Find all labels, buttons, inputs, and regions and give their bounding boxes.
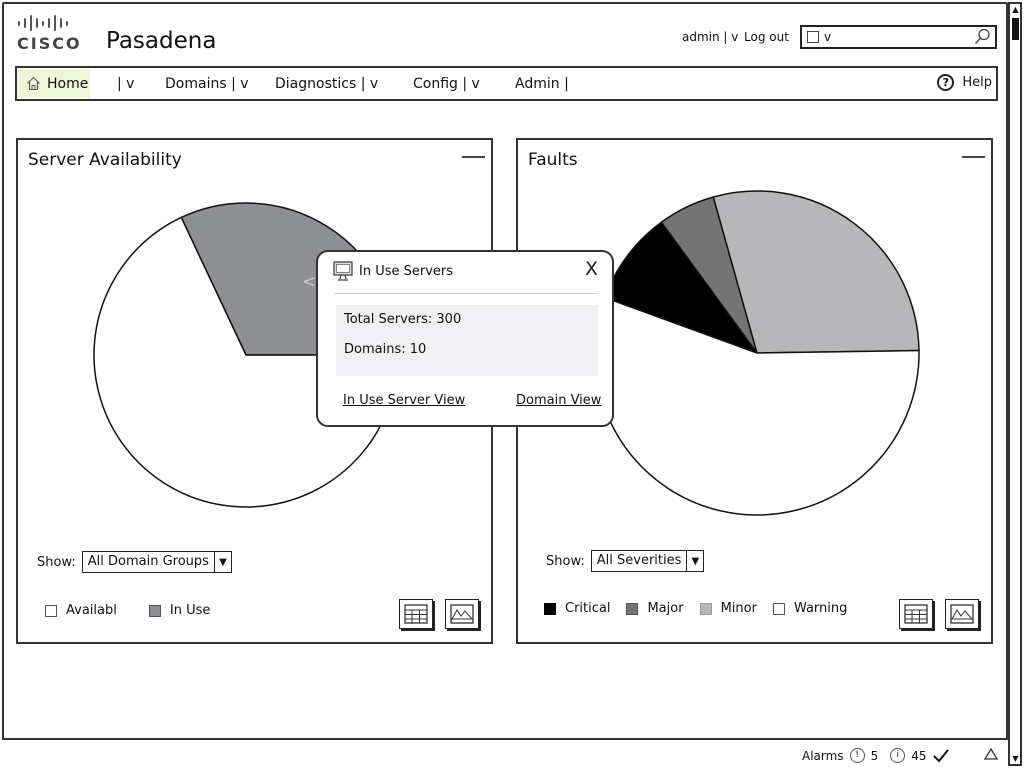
chevron-down-icon: ▼ [691,555,700,567]
table-view-button[interactable] [399,599,433,629]
close-icon[interactable]: X [585,258,598,280]
cisco-logo-bars-icon [17,14,81,32]
legend-swatch [45,604,57,617]
legend-label: Critical [565,601,611,616]
image-chart-icon [950,604,974,624]
cisco-logo-text: CISCO [17,34,82,53]
minimize-button[interactable] [462,156,485,158]
legend-label: Minor [720,601,757,616]
panel-title: Faults [528,150,578,170]
home-icon [27,76,40,91]
nav-home-label: Home [47,75,89,92]
legend-item-minor[interactable]: Minor [699,601,757,616]
faults-legend: Critical Major Minor Warning [544,601,847,616]
legend-item-in-use[interactable]: In Use [148,603,211,618]
legend-label: Major [647,601,684,616]
checkmark-icon [933,748,950,762]
chevron-down-icon: ▼ [219,556,227,568]
legend-swatch [544,602,556,615]
help-label: Help [962,75,992,90]
legend-item-critical[interactable]: Critical [544,601,610,616]
app-title: Pasadena [106,28,217,54]
user-menu[interactable]: admin | v [682,30,738,44]
help-button[interactable]: ? Help [937,74,992,91]
help-icon: ? [937,74,955,91]
legend-swatch [772,602,785,615]
chart-view-button[interactable] [445,599,479,629]
nav-item-diagnostics[interactable]: Diagnostics | v [275,76,378,92]
scroll-down-icon[interactable]: ▼ [1011,754,1020,763]
status-bar: Alarms ! 5 i 45 [2,738,1008,766]
server-legend: Availabl In Use [45,603,210,618]
monitor-icon [333,261,353,281]
scroll-up-icon[interactable]: ▲ [1011,5,1020,14]
search-icon[interactable] [973,28,991,46]
table-icon [904,604,928,624]
legend-item-warning[interactable]: Warning [772,601,848,616]
minimize-button[interactable] [962,156,985,158]
info-icon: i [890,748,906,763]
legend-swatch [699,602,712,615]
panel-title: Server Availability [28,150,182,170]
legend-swatch [148,604,161,617]
faults-pie[interactable] [588,186,928,526]
main-nav: Home | v Domains | v Diagnostics | v Con… [15,66,998,101]
table-icon [404,604,428,624]
info-alarm-count: 45 [911,748,927,763]
show-filter: Show: All Domain Groups ▼ [37,551,232,573]
chart-view-button[interactable] [945,599,979,629]
table-view-button[interactable] [899,599,933,629]
legend-item-major[interactable]: Major [626,601,684,616]
cisco-logo: CISCO [17,14,81,54]
show-filter: Show: All Severities ▼ [546,550,705,572]
domains-text: Domains: 10 [344,342,427,357]
severity-select-value: All Severities [592,551,688,571]
in-use-servers-popup: < In Use Servers X Total Servers: 300 Do… [302,250,614,427]
alert-icon: ! [849,748,865,763]
search-scope-checkbox[interactable] [807,31,819,43]
domain-group-select-value: All Domain Groups [83,552,215,572]
domain-group-select[interactable]: All Domain Groups ▼ [81,551,232,573]
legend-label: In Use [169,603,211,618]
nav-home[interactable]: Home [18,69,90,98]
nav-item-config[interactable]: Config | v [413,76,480,92]
image-chart-icon [450,604,474,624]
nav-item-admin[interactable]: Admin | [515,76,569,92]
nav-item-domains[interactable]: Domains | v [165,76,249,92]
show-label: Show: [546,553,585,569]
alarms-summary[interactable]: Alarms ! 5 i 45 [802,748,950,763]
popup-details: Total Servers: 300 Domains: 10 [336,305,598,376]
legend-label: Availabl [66,603,117,618]
search-box[interactable]: v [800,25,997,49]
popup-divider [334,293,597,294]
legend-swatch [626,602,639,615]
critical-alarm-count: 5 [870,748,879,763]
popup-pointer-icon: < [302,272,317,292]
expand-up-icon[interactable] [984,748,998,760]
scroll-thumb[interactable] [1012,18,1019,40]
total-servers-text: Total Servers: 300 [344,312,462,327]
vertical-scrollbar[interactable]: ▲ ▼ [1008,2,1022,766]
domain-view-link[interactable]: Domain View [516,393,601,408]
in-use-server-view-link[interactable]: In Use Server View [343,393,465,408]
popup-title: In Use Servers [359,264,454,279]
search-input[interactable]: v [824,30,831,44]
nav-item-unnamed[interactable]: | v [117,76,134,92]
show-label: Show: [37,554,76,570]
legend-item-available[interactable]: Availabl [45,603,117,618]
alarms-label: Alarms [802,748,844,763]
logout-link[interactable]: Log out [744,30,789,44]
severity-select[interactable]: All Severities ▼ [590,550,705,572]
legend-label: Warning [793,601,848,616]
